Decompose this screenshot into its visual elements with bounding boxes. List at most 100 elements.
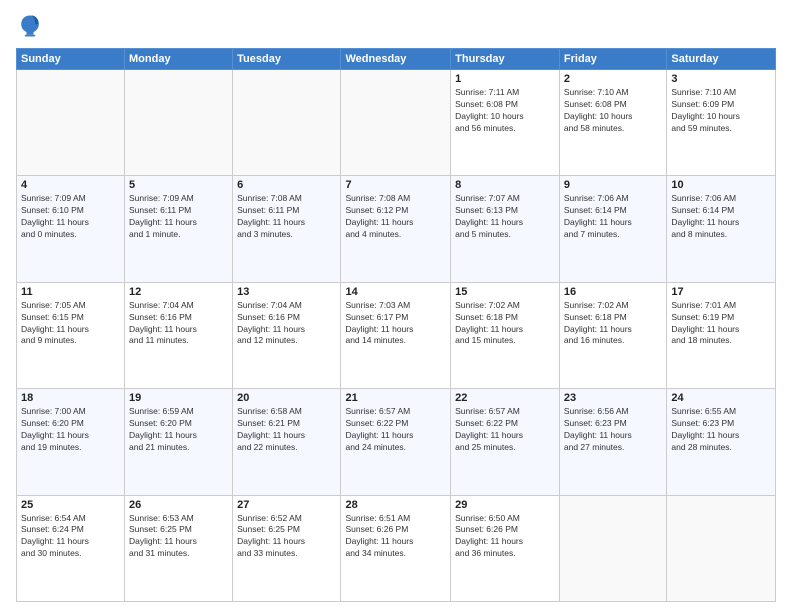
cell-info: Sunrise: 6:50 AMSunset: 6:26 PMDaylight:… [455, 513, 555, 561]
day-number: 20 [237, 392, 336, 404]
cell-info: Sunrise: 7:08 AMSunset: 6:12 PMDaylight:… [345, 193, 446, 241]
cell-info: Sunrise: 6:52 AMSunset: 6:25 PMDaylight:… [237, 513, 336, 561]
calendar-cell: 13 Sunrise: 7:04 AMSunset: 6:16 PMDayligh… [233, 282, 341, 388]
calendar-cell: 4Sunrise: 7:09 AMSunset: 6:10 PMDaylight… [17, 176, 125, 282]
cell-info: Sunrise: 7:04 AMSunset: 6:16 PMDaylight:… [237, 300, 336, 348]
calendar-cell [233, 70, 341, 176]
calendar-week-row: 1 Sunrise: 7:11 AMSunset: 6:08 PMDaylight… [17, 70, 776, 176]
day-number: 23 [564, 392, 662, 404]
calendar-day-header: Thursday [451, 49, 560, 70]
calendar-cell: 12 Sunrise: 7:04 AMSunset: 6:16 PMDayligh… [125, 282, 233, 388]
calendar-day-header: Monday [125, 49, 233, 70]
cell-info: Sunrise: 6:54 AMSunset: 6:24 PMDaylight:… [21, 513, 120, 561]
calendar-day-header: Saturday [667, 49, 776, 70]
calendar-cell: 17 Sunrise: 7:01 AMSunset: 6:19 PMDayligh… [667, 282, 776, 388]
calendar-cell [667, 495, 776, 601]
logo [16, 12, 48, 40]
calendar-cell: 24 Sunrise: 6:55 AMSunset: 6:23 PMDayligh… [667, 389, 776, 495]
calendar-cell: 18 Sunrise: 7:00 AMSunset: 6:20 PMDayligh… [17, 389, 125, 495]
day-number: 16 [564, 286, 662, 298]
cell-info: Sunrise: 7:07 AMSunset: 6:13 PMDaylight:… [455, 193, 555, 241]
day-number: 10 [671, 179, 771, 191]
cell-info: Sunrise: 6:57 AMSunset: 6:22 PMDaylight:… [345, 406, 446, 454]
calendar-header-row: SundayMondayTuesdayWednesdayThursdayFrid… [17, 49, 776, 70]
calendar-cell: 28 Sunrise: 6:51 AMSunset: 6:26 PMDayligh… [341, 495, 451, 601]
cell-info: Sunrise: 6:55 AMSunset: 6:23 PMDaylight:… [671, 406, 771, 454]
calendar-week-row: 18 Sunrise: 7:00 AMSunset: 6:20 PMDayligh… [17, 389, 776, 495]
day-number: 28 [345, 499, 446, 511]
calendar-cell [559, 495, 666, 601]
day-number: 17 [671, 286, 771, 298]
calendar-cell: 22Sunrise: 6:57 AMSunset: 6:22 PMDayligh… [451, 389, 560, 495]
day-number: 6 [237, 179, 336, 191]
calendar-cell: 9Sunrise: 7:06 AMSunset: 6:14 PMDaylight… [559, 176, 666, 282]
cell-info: Sunrise: 6:59 AMSunset: 6:20 PMDaylight:… [129, 406, 228, 454]
cell-info: Sunrise: 7:05 AMSunset: 6:15 PMDaylight:… [21, 300, 120, 348]
calendar-cell: 15 Sunrise: 7:02 AMSunset: 6:18 PMDayligh… [451, 282, 560, 388]
calendar-cell: 21 Sunrise: 6:57 AMSunset: 6:22 PMDayligh… [341, 389, 451, 495]
day-number: 8 [455, 179, 555, 191]
day-number: 21 [345, 392, 446, 404]
day-number: 29 [455, 499, 555, 511]
day-number: 19 [129, 392, 228, 404]
calendar-cell: 1 Sunrise: 7:11 AMSunset: 6:08 PMDaylight… [451, 70, 560, 176]
calendar-day-header: Sunday [17, 49, 125, 70]
day-number: 2 [564, 73, 662, 85]
calendar-week-row: 11 Sunrise: 7:05 AMSunset: 6:15 PMDayligh… [17, 282, 776, 388]
calendar-cell: 3 Sunrise: 7:10 AMSunset: 6:09 PMDaylight… [667, 70, 776, 176]
cell-info: Sunrise: 7:03 AMSunset: 6:17 PMDaylight:… [345, 300, 446, 348]
day-number: 14 [345, 286, 446, 298]
cell-info: Sunrise: 7:10 AMSunset: 6:09 PMDaylight:… [671, 87, 771, 135]
calendar-cell [125, 70, 233, 176]
calendar-cell: 10 Sunrise: 7:06 AMSunset: 6:14 PMDayligh… [667, 176, 776, 282]
calendar-day-header: Friday [559, 49, 666, 70]
cell-info: Sunrise: 7:02 AMSunset: 6:18 PMDaylight:… [455, 300, 555, 348]
calendar-cell: 16 Sunrise: 7:02 AMSunset: 6:18 PMDayligh… [559, 282, 666, 388]
calendar-week-row: 25 Sunrise: 6:54 AMSunset: 6:24 PMDayligh… [17, 495, 776, 601]
cell-info: Sunrise: 6:51 AMSunset: 6:26 PMDaylight:… [345, 513, 446, 561]
day-number: 24 [671, 392, 771, 404]
calendar-cell: 2Sunrise: 7:10 AMSunset: 6:08 PMDaylight… [559, 70, 666, 176]
cell-info: Sunrise: 7:00 AMSunset: 6:20 PMDaylight:… [21, 406, 120, 454]
cell-info: Sunrise: 7:06 AMSunset: 6:14 PMDaylight:… [564, 193, 662, 241]
cell-info: Sunrise: 7:04 AMSunset: 6:16 PMDaylight:… [129, 300, 228, 348]
day-number: 4 [21, 179, 120, 191]
cell-info: Sunrise: 6:57 AMSunset: 6:22 PMDaylight:… [455, 406, 555, 454]
cell-info: Sunrise: 6:56 AMSunset: 6:23 PMDaylight:… [564, 406, 662, 454]
calendar-week-row: 4Sunrise: 7:09 AMSunset: 6:10 PMDaylight… [17, 176, 776, 282]
day-number: 18 [21, 392, 120, 404]
day-number: 15 [455, 286, 555, 298]
cell-info: Sunrise: 6:53 AMSunset: 6:25 PMDaylight:… [129, 513, 228, 561]
header [16, 12, 776, 40]
day-number: 5 [129, 179, 228, 191]
calendar-cell: 19 Sunrise: 6:59 AMSunset: 6:20 PMDayligh… [125, 389, 233, 495]
calendar-cell: 23 Sunrise: 6:56 AMSunset: 6:23 PMDayligh… [559, 389, 666, 495]
day-number: 3 [671, 73, 771, 85]
calendar-cell: 5 Sunrise: 7:09 AMSunset: 6:11 PMDaylight… [125, 176, 233, 282]
calendar-day-header: Tuesday [233, 49, 341, 70]
calendar-cell: 20 Sunrise: 6:58 AMSunset: 6:21 PMDayligh… [233, 389, 341, 495]
cell-info: Sunrise: 7:02 AMSunset: 6:18 PMDaylight:… [564, 300, 662, 348]
cell-info: Sunrise: 7:08 AMSunset: 6:11 PMDaylight:… [237, 193, 336, 241]
cell-info: Sunrise: 7:06 AMSunset: 6:14 PMDaylight:… [671, 193, 771, 241]
day-number: 13 [237, 286, 336, 298]
cell-info: Sunrise: 7:11 AMSunset: 6:08 PMDaylight:… [455, 87, 555, 135]
calendar: SundayMondayTuesdayWednesdayThursdayFrid… [16, 48, 776, 602]
day-number: 12 [129, 286, 228, 298]
calendar-cell: 27 Sunrise: 6:52 AMSunset: 6:25 PMDayligh… [233, 495, 341, 601]
cell-info: Sunrise: 7:01 AMSunset: 6:19 PMDaylight:… [671, 300, 771, 348]
day-number: 1 [455, 73, 555, 85]
logo-icon [16, 12, 44, 40]
calendar-cell: 6 Sunrise: 7:08 AMSunset: 6:11 PMDaylight… [233, 176, 341, 282]
day-number: 25 [21, 499, 120, 511]
day-number: 27 [237, 499, 336, 511]
day-number: 26 [129, 499, 228, 511]
calendar-cell: 7 Sunrise: 7:08 AMSunset: 6:12 PMDaylight… [341, 176, 451, 282]
cell-info: Sunrise: 6:58 AMSunset: 6:21 PMDaylight:… [237, 406, 336, 454]
calendar-cell: 14 Sunrise: 7:03 AMSunset: 6:17 PMDayligh… [341, 282, 451, 388]
calendar-cell: 8 Sunrise: 7:07 AMSunset: 6:13 PMDaylight… [451, 176, 560, 282]
calendar-cell [341, 70, 451, 176]
cell-info: Sunrise: 7:09 AMSunset: 6:11 PMDaylight:… [129, 193, 228, 241]
day-number: 7 [345, 179, 446, 191]
day-number: 11 [21, 286, 120, 298]
